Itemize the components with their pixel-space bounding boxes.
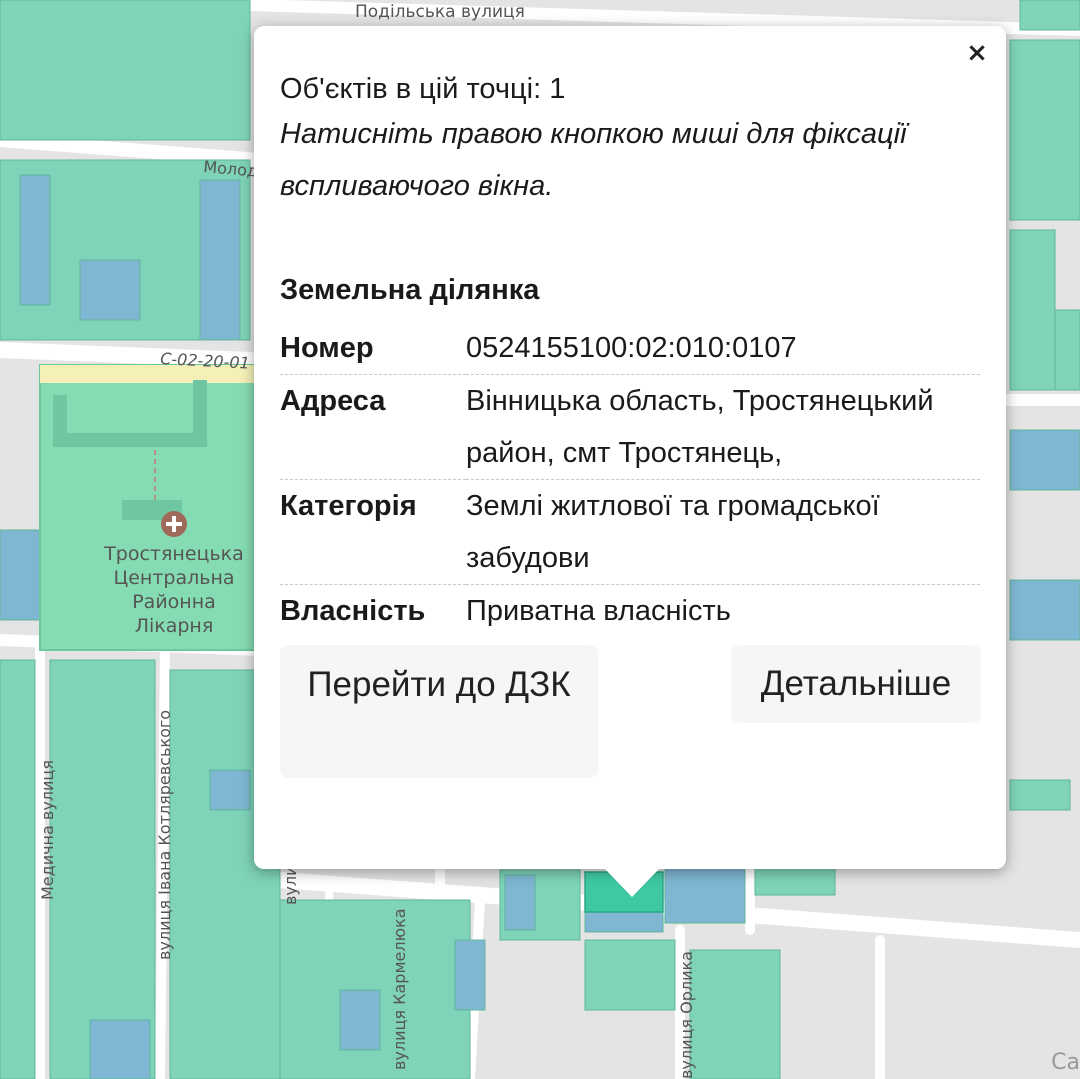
attr-key-category: Категорія bbox=[280, 490, 417, 522]
details-button[interactable]: Детальніше bbox=[731, 645, 981, 723]
street-label-orlyka: вулиця Орлика bbox=[677, 951, 696, 1079]
object-count-text: Об'єктів в цій точці: 1 bbox=[280, 73, 566, 105]
parcel-attributes-table: Номер 0524155100:02:010:0107 Адреса Вінн… bbox=[280, 322, 980, 637]
poi-label-line-1: Тростянецька bbox=[103, 543, 244, 565]
close-popup-button[interactable]: × bbox=[962, 36, 992, 70]
attr-key-ownership: Власність bbox=[280, 595, 426, 627]
popup-actions: Перейти до ДЗК Детальніше bbox=[280, 645, 981, 785]
attr-key-address: Адреса bbox=[280, 385, 386, 417]
go-to-dzk-button[interactable]: Перейти до ДЗК bbox=[280, 645, 598, 778]
street-label-podilska: Подільська вулиця bbox=[355, 2, 525, 22]
map-attribution[interactable]: Ca bbox=[1051, 1050, 1080, 1075]
poi-label-line-3: Районна bbox=[132, 591, 216, 613]
attr-value-category: Землі житлової та громадської забудови bbox=[466, 490, 880, 574]
attr-row-number: Номер 0524155100:02:010:0107 bbox=[280, 322, 980, 375]
street-label-vul: вули bbox=[281, 865, 300, 905]
attr-row-ownership: Власність Приватна власність bbox=[280, 585, 980, 638]
attr-value-number: 0524155100:02:010:0107 bbox=[466, 332, 797, 364]
poi-label-line-4: Лікарня bbox=[135, 615, 214, 637]
section-title-land-parcel: Земельна ділянка bbox=[280, 274, 540, 306]
attr-value-address: Вінницька область, Тростянецький район, … bbox=[466, 385, 934, 469]
street-label-medychna: Медична вулиця bbox=[38, 760, 57, 900]
attr-key-number: Номер bbox=[280, 332, 374, 364]
popup-pointer bbox=[605, 869, 659, 897]
poi-label-line-2: Центральна bbox=[113, 567, 234, 589]
attr-row-category: Категорія Землі житлової та громадської … bbox=[280, 480, 980, 585]
attr-row-address: Адреса Вінницька область, Тростянецький … bbox=[280, 375, 980, 480]
feature-info-popup: × Об'єктів в цій точці: 1 Натисніть прав… bbox=[254, 26, 1006, 869]
street-label-kotliarevskoho: вулиця Івана Котляревського bbox=[155, 710, 174, 960]
street-label-karmeliuka: вулиця Кармелюка bbox=[390, 908, 409, 1070]
hospital-cross-icon bbox=[161, 511, 187, 537]
attr-value-ownership: Приватна власність bbox=[466, 595, 731, 627]
pin-popup-hint: Натисніть правою кнопкою миші для фіксац… bbox=[280, 118, 907, 202]
